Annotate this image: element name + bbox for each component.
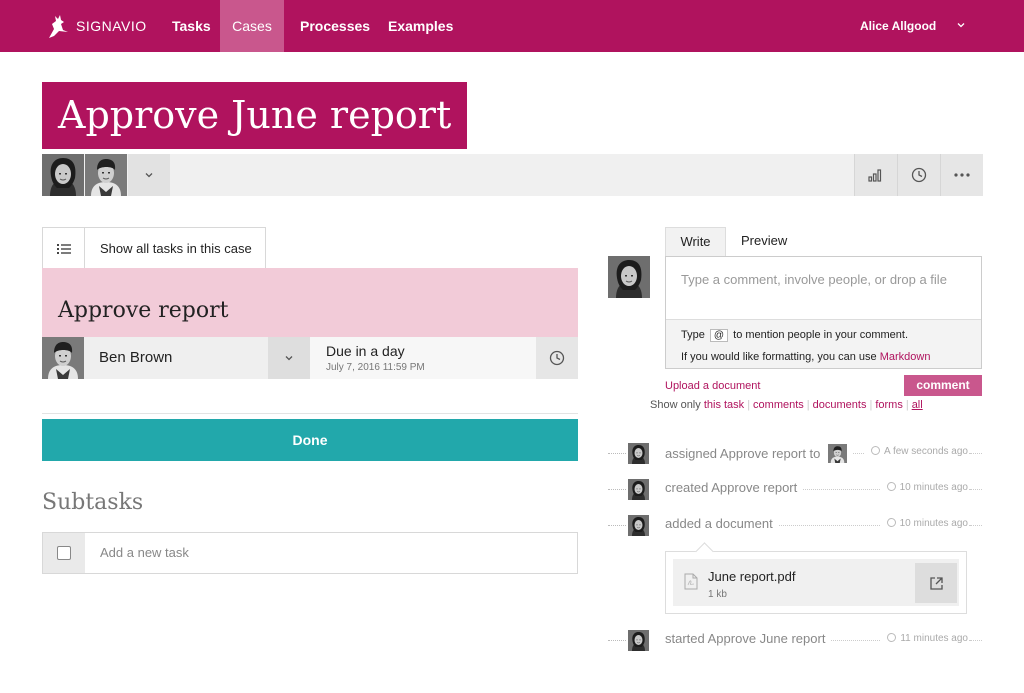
avatar [608,256,650,298]
chevron-down-icon [285,356,293,361]
activity-item: started Approve June report 11 minutes a… [608,630,982,651]
clock-icon [911,167,927,183]
show-all-tasks-toggle[interactable]: Show all tasks in this case [42,227,266,269]
show-all-tasks-label: Show all tasks in this case [100,241,252,256]
tab-write[interactable]: Write [665,227,726,257]
clock-icon [549,350,565,366]
case-title-block: Approve June report [42,82,468,149]
avatar[interactable] [85,154,127,196]
nav-cases[interactable]: Cases [220,0,284,52]
assignee-name[interactable]: Ben Brown [99,337,172,379]
user-menu[interactable]: Alice Allgood [860,0,936,52]
due-date: July 7, 2016 11:59 PM [326,362,425,373]
filter-forms[interactable]: forms [875,399,903,411]
activity-time: 10 minutes ago [880,482,968,493]
new-task-input[interactable]: Add a new task [100,533,189,573]
activity-time: A few seconds ago [865,446,968,457]
activity-text: created Approve report [665,480,804,495]
upload-document-link[interactable]: Upload a document [665,380,760,392]
participants-dropdown-button[interactable] [128,154,170,196]
chevron-down-icon [145,173,153,178]
document-name: June report.pdf [708,569,796,584]
deer-logo-icon [49,15,68,38]
avatar [628,479,649,500]
activity-text: started Approve June report [665,631,832,646]
comment-input[interactable]: Type a comment, involve people, or drop … [681,272,947,287]
nav-processes[interactable]: Processes [285,0,385,52]
external-link-icon [929,576,943,590]
document-card: June report.pdf 1 kb [665,551,967,614]
clock-icon [871,446,881,455]
stats-icon [868,169,882,182]
comment-help: Type @ to mention people in your comment… [666,319,981,368]
filter-this-task[interactable]: this task [704,399,744,411]
set-due-date-button[interactable] [536,337,578,379]
filter-comments[interactable]: comments [753,399,804,411]
divider [42,413,578,414]
activity-item: assigned Approve report to A few seconds… [608,443,982,464]
clock-icon [887,633,897,642]
stats-button[interactable] [854,154,897,196]
history-button[interactable] [897,154,940,196]
document-size: 1 kb [708,589,727,600]
assignee-dropdown-button[interactable] [268,337,310,379]
avatar [828,444,848,463]
task-header: Approve report [42,268,578,337]
top-nav: SIGNAVIO Tasks Cases Processes Examples … [0,0,1024,52]
activity-text: assigned Approve report to [665,444,854,463]
open-document-button[interactable] [915,563,957,603]
more-options-button[interactable] [940,154,983,196]
mention-help: Type @ to mention people in your comment… [681,329,909,342]
done-button[interactable]: Done [42,419,578,461]
subtasks-heading: Subtasks [42,490,144,515]
nav-examples[interactable]: Examples [373,0,468,52]
due-date-field[interactable]: Due in a day July 7, 2016 11:59 PM [310,337,536,379]
clock-icon [886,518,896,527]
logo-text: SIGNAVIO [76,18,147,34]
signavio-logo[interactable]: SIGNAVIO [46,12,147,40]
filter-documents[interactable]: documents [813,399,867,411]
pdf-file-icon [684,573,698,590]
avatar[interactable] [42,154,84,196]
activity-filters: Show only this task | comments | documents | f… [650,399,923,411]
task-title: Approve report [58,298,229,323]
activity-item: created Approve report 10 minutes ago [608,479,982,500]
formatting-help: If you would like formatting, you can us… [681,351,931,363]
case-toolbar [42,154,983,196]
activity-time: 10 minutes ago [880,518,968,529]
tab-preview[interactable]: Preview [741,227,787,257]
comment-submit-button[interactable]: comment [904,375,982,396]
filter-all[interactable]: all [912,399,923,411]
nav-tasks[interactable]: Tasks [157,0,226,52]
comment-editor: Type a comment, involve people, or drop … [665,256,982,369]
markdown-link[interactable]: Markdown [880,351,931,363]
avatar [628,515,649,536]
avatar [628,443,649,464]
filters-prefix: Show only [650,399,701,411]
clock-icon [886,482,896,491]
at-key-badge: @ [709,329,729,342]
avatar [42,337,84,379]
activity-text: added a document [665,516,779,531]
assignment-row: Ben Brown Due in a day July 7, 2016 11:5… [42,337,578,379]
document-item[interactable]: June report.pdf 1 kb [673,559,959,606]
list-icon [43,228,85,269]
activity-time: 11 minutes ago [881,633,968,644]
new-subtask-row: Add a new task [42,532,578,574]
activity-item: added a document 10 minutes ago [608,515,982,536]
due-label: Due in a day [326,343,405,359]
avatar [628,630,649,651]
chevron-down-icon[interactable] [955,19,967,31]
page-title: Approve June report [58,93,452,137]
more-icon [954,173,970,177]
subtask-checkbox[interactable] [43,533,85,573]
